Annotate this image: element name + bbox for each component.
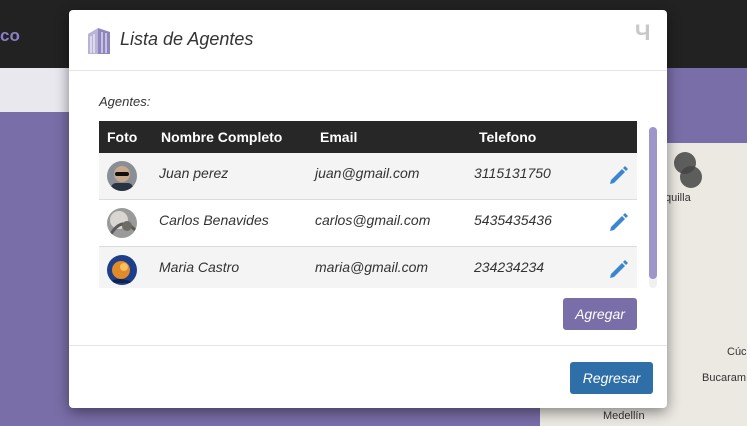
pencil-icon[interactable]	[608, 164, 630, 186]
map-label: quilla	[665, 192, 691, 204]
user-photo-icon	[107, 208, 137, 238]
avatar	[107, 208, 137, 238]
agents-modal: Lista de Agentes Ч Agentes: Foto Nombre …	[69, 10, 667, 408]
add-agent-button[interactable]: Agregar	[563, 298, 637, 330]
agent-name: Carlos Benavides	[159, 212, 269, 228]
agent-email: juan@gmail.com	[315, 165, 420, 181]
agent-name: Juan perez	[159, 165, 229, 181]
user-photo-icon	[107, 255, 137, 285]
avatar	[107, 161, 137, 191]
pencil-icon[interactable]	[608, 258, 630, 280]
agent-name: Maria Castro	[159, 259, 240, 275]
column-header-email: Email	[320, 129, 358, 145]
pencil-icon[interactable]	[608, 211, 630, 233]
agent-phone: 234234234	[474, 259, 545, 275]
column-header-name: Nombre Completo	[161, 129, 283, 145]
back-button[interactable]: Regresar	[570, 362, 653, 394]
building-logo-icon	[88, 28, 110, 54]
modal-header: Lista de Agentes Ч	[69, 10, 667, 71]
table-header: Foto Nombre Completo Email Telefono	[99, 121, 637, 153]
agent-phone: 3115131750	[474, 165, 551, 181]
agent-email: carlos@gmail.com	[315, 212, 431, 228]
modal-body: Agentes: Foto Nombre Completo Email Tele…	[69, 72, 667, 345]
table-row: Carlos Benavides carlos@gmail.com 543543…	[99, 200, 637, 247]
modal-title: Lista de Agentes	[120, 29, 254, 49]
map-pin-icon	[680, 166, 702, 188]
close-button[interactable]: Ч	[635, 20, 650, 46]
avatar	[107, 255, 137, 285]
table-body: Juan perez juan@gmail.com 3115131750 Car…	[99, 153, 637, 288]
map-label: Cúc	[727, 346, 747, 358]
agent-email: maria@gmail.com	[315, 259, 429, 275]
map-label: Medellín	[603, 410, 645, 422]
column-header-phone: Telefono	[479, 129, 537, 145]
map-label: Bucaram	[702, 372, 747, 384]
agents-table: Foto Nombre Completo Email Telefono Juan…	[99, 121, 637, 288]
table-scrollbar[interactable]	[649, 127, 657, 288]
column-header-photo: Foto	[107, 129, 138, 145]
section-label: Agentes:	[99, 94, 151, 109]
scrollbar-thumb[interactable]	[649, 127, 657, 279]
table-row: Maria Castro maria@gmail.com 234234234	[99, 247, 637, 288]
modal-footer: Regresar	[69, 345, 667, 408]
table-row: Juan perez juan@gmail.com 3115131750	[99, 153, 637, 200]
user-photo-icon	[107, 161, 137, 191]
agent-phone: 5435435436	[474, 212, 552, 228]
app-brand: co	[0, 26, 20, 45]
